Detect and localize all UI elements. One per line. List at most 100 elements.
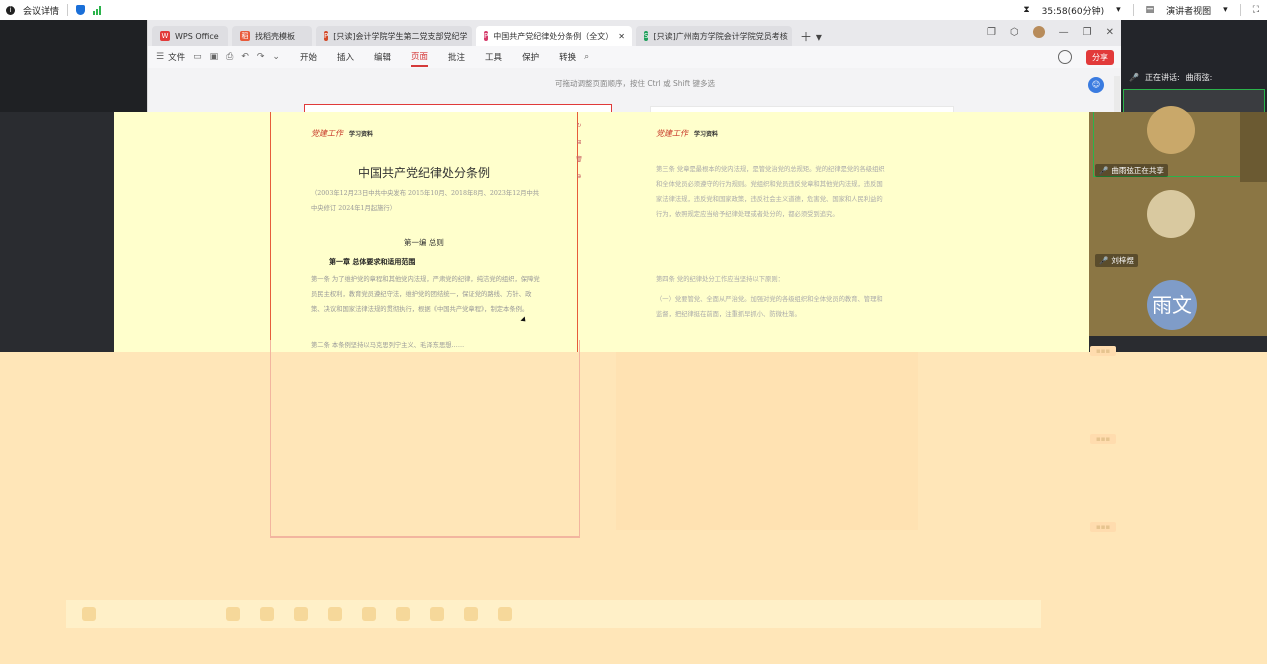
participant-tile-sharer[interactable]: 🎤 曲雨弦正在共享	[1091, 106, 1247, 177]
close-icon[interactable]: ✕	[1106, 27, 1114, 38]
cloud-sync-icon[interactable]	[1058, 50, 1072, 64]
ppt-file-icon: P	[324, 31, 329, 41]
letter-avatar: 雨文	[1147, 280, 1197, 330]
assistant-button[interactable]: ☺	[1088, 77, 1104, 93]
part-heading: 第一编 总则	[404, 238, 444, 247]
file-menu[interactable]: 文件	[168, 51, 185, 63]
presenter-view-button[interactable]: 演讲者视图	[1166, 4, 1211, 17]
restore-icon[interactable]: ❐	[987, 27, 996, 38]
info-icon[interactable]: i	[6, 5, 15, 15]
cube-icon[interactable]: ⬡	[1010, 27, 1019, 38]
browser-icon[interactable]	[294, 607, 308, 621]
menu-edit[interactable]: 编辑	[374, 48, 391, 66]
app-icon[interactable]	[328, 607, 342, 621]
page-reorder-hint: 可拖动调整页面顺序，按住 Ctrl 或 Shift 键多选	[555, 79, 715, 88]
signal-bars-icon[interactable]	[93, 5, 102, 15]
menu-insert[interactable]: 插入	[337, 48, 354, 66]
page-header: 党建工作 学习资料	[656, 128, 718, 139]
menu-tools[interactable]: 工具	[485, 48, 502, 66]
fullscreen-icon[interactable]: ⛶	[1253, 5, 1259, 15]
wps-icon[interactable]	[430, 607, 444, 621]
hamburger-icon[interactable]: ☰	[156, 52, 164, 62]
speaking-indicator: 🎤 正在讲话: 曲雨弦:	[1129, 72, 1212, 83]
start-icon[interactable]	[82, 607, 96, 621]
tab-template[interactable]: 稻 找稻壳模板	[232, 26, 312, 46]
folder-icon[interactable]	[260, 607, 274, 621]
document-page-right[interactable]: 党建工作 学习资料 第三条 党章是最根本的党内法规，是管党治党的总规矩。党的纪律…	[616, 112, 918, 352]
delete-icon[interactable]: 🗑	[575, 156, 583, 163]
meeting-details-link[interactable]: 会议详情	[23, 4, 59, 17]
header-tag: 学习资料	[349, 131, 374, 138]
page-side-toolbar: ↻ ⊞ 🗑 ⊕	[574, 122, 584, 180]
tab-strip: W WPS Office 稻 找稻壳模板 P [只读]会计学院学生第二党支部党纪…	[148, 20, 1122, 46]
participant-name: 刘梓煜	[1111, 256, 1134, 265]
chevron-down-icon[interactable]: ⌄	[272, 52, 280, 62]
save-icon[interactable]: ▣	[210, 52, 219, 62]
article-1: 第一条 为了维护党的章程和其他党内法规，严肃党的纪律，纯洁党的组织，保障党员民主…	[311, 276, 540, 313]
insert-icon[interactable]: ⊞	[576, 139, 581, 146]
app-icon[interactable]	[498, 607, 512, 621]
wps-logo-icon: W	[160, 31, 170, 41]
menu-page[interactable]: 页面	[411, 47, 429, 67]
app-icon[interactable]	[396, 607, 410, 621]
mouse-cursor-icon	[520, 316, 528, 324]
chapter-heading: 第一章 总体要求和适用范围	[329, 257, 416, 266]
participant-tile[interactable]: 雨文	[1091, 278, 1243, 342]
chevron-down-icon[interactable]: ▾	[1223, 5, 1228, 15]
print-icon[interactable]: ⎙	[226, 52, 233, 62]
menu-bar: ☰ 文件 ▭ ▣ ⎙ ↶ ↷ ⌄ 开始 插入 编辑 页面 批注 工具 保护 转换…	[148, 46, 1122, 68]
active-speaker-tile[interactable]	[1123, 89, 1265, 113]
participant-tile[interactable]: 🎤 刘梓煜	[1091, 186, 1243, 267]
security-shield-icon[interactable]	[76, 5, 86, 15]
maximize-icon[interactable]: ❐	[1083, 27, 1092, 38]
wps-window: W WPS Office 稻 找稻壳模板 P [只读]会计学院学生第二党支部党纪…	[147, 20, 1122, 115]
menu-start[interactable]: 开始	[300, 48, 317, 66]
redo-icon[interactable]: ↷	[257, 52, 265, 62]
participant-panel: 🎤 正在讲话: 曲雨弦:	[1121, 20, 1267, 113]
article-4-item-1: （一）党要管党、全面从严治党。加强对党的各级组织和全体党员的教育、管理和监督，把…	[656, 296, 883, 318]
separator	[1132, 4, 1134, 16]
menu-protect[interactable]: 保护	[522, 48, 539, 66]
tab-label: 找稻壳模板	[255, 31, 295, 41]
minimize-icon[interactable]: —	[1059, 27, 1069, 38]
app-icon[interactable]	[464, 607, 478, 621]
app-icon[interactable]	[362, 607, 376, 621]
add-icon[interactable]: ⊕	[576, 173, 581, 180]
participant-label: ▪▪▪	[1090, 522, 1117, 532]
separator	[67, 4, 69, 16]
share-button[interactable]: 分享	[1086, 50, 1114, 65]
participant-name-badge: 🎤 曲雨弦正在共享	[1095, 164, 1168, 177]
vertical-scrollbar[interactable]	[1114, 76, 1120, 112]
preamble: （2003年12月23日中共中央发布 2015年10月、2018年8月、2023…	[311, 190, 540, 212]
folder-icon[interactable]: ▭	[193, 52, 202, 62]
header-tag: 学习资料	[694, 131, 719, 138]
chevron-down-icon[interactable]: ▾	[1116, 5, 1121, 15]
undo-icon[interactable]: ↶	[241, 52, 249, 62]
participant-name: 曲雨弦正在共享	[1111, 166, 1164, 175]
meeting-timer[interactable]: 35:58(60分钟)	[1042, 4, 1104, 17]
tab-document-1[interactable]: P [只读]会计学院学生第二党支部党纪学	[316, 26, 472, 46]
tab-document-active[interactable]: P 中国共产党纪律处分条例（全文） ✕	[476, 26, 632, 46]
close-tab-icon[interactable]: ✕	[618, 32, 625, 41]
app-icon[interactable]	[226, 607, 240, 621]
hourglass-icon: ⧗	[1023, 5, 1030, 15]
document-title: 中国共产党纪律处分条例	[357, 166, 490, 180]
separator	[1239, 4, 1241, 16]
tab-wps-office[interactable]: W WPS Office	[152, 26, 228, 46]
menu-comment[interactable]: 批注	[448, 48, 465, 66]
speaker-name: 曲雨弦:	[1185, 73, 1213, 82]
document-page-right-lower	[616, 352, 918, 530]
new-tab-button[interactable]: ＋ ▾	[800, 26, 822, 46]
spreadsheet-file-icon: S	[644, 31, 649, 41]
menu-convert[interactable]: 转换	[559, 48, 576, 66]
participant-label: ▪▪▪	[1090, 346, 1117, 356]
microphone-icon: 🎤	[1099, 166, 1109, 175]
speaking-label: 正在讲话:	[1144, 73, 1180, 82]
search-icon[interactable]: ⌕	[584, 52, 589, 62]
participant-name-badge: 🎤 刘梓煜	[1095, 254, 1138, 267]
user-avatar[interactable]	[1032, 26, 1045, 38]
article-3: 第三条 党章是最根本的党内法规，是管党治党的总规矩。党的纪律是党的各级组织和全体…	[656, 166, 885, 218]
tab-spreadsheet[interactable]: S [只读]广州南方学院会计学院党员考核	[636, 26, 792, 46]
article-4: 第四条 党的纪律处分工作应当坚持以下原则：	[656, 276, 784, 283]
rotate-icon[interactable]: ↻	[576, 122, 581, 129]
